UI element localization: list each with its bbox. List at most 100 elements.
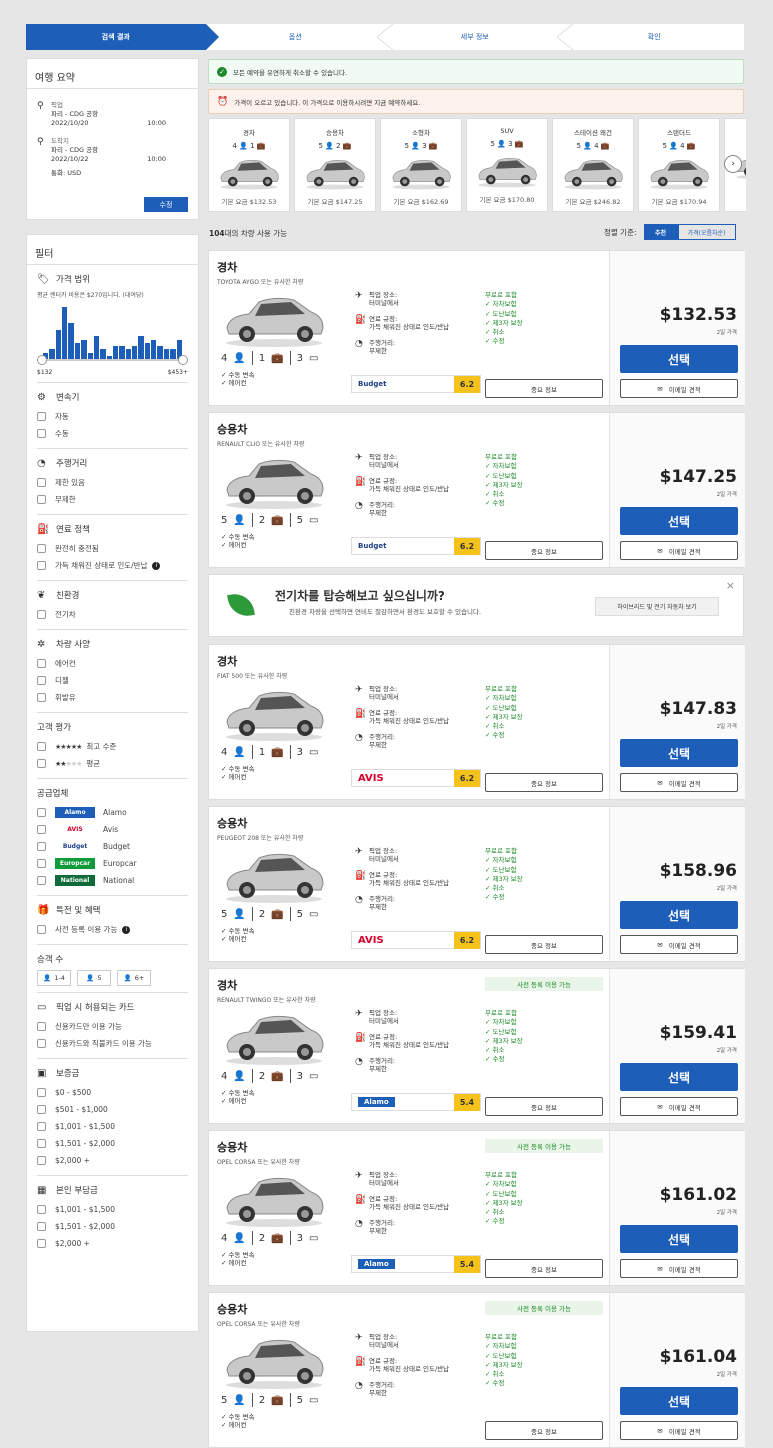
filter-option[interactable]: ★★★★★ 최고 수준 <box>37 738 188 755</box>
checkbox[interactable] <box>37 759 46 768</box>
checkbox[interactable] <box>37 1156 46 1165</box>
filter-option[interactable]: $1,501 - $2,000 <box>37 1135 188 1152</box>
supplier-rating[interactable]: Budget 6.2 <box>351 375 481 393</box>
step-confirm[interactable]: 확인 <box>564 24 744 50</box>
filter-option[interactable]: $2,000 + <box>37 1152 188 1169</box>
supplier-rating[interactable]: AVIS 6.2 <box>351 769 481 787</box>
range-handle[interactable] <box>37 355 47 365</box>
info-icon[interactable]: i <box>122 925 131 934</box>
email-quote-button[interactable]: ✉ 이메일 견적 <box>620 1259 738 1278</box>
select-button[interactable]: 선택 <box>620 1063 738 1091</box>
filter-option[interactable]: 수동 <box>37 425 188 442</box>
important-info-button[interactable]: 중요 정보 <box>485 773 603 792</box>
price-histogram[interactable] <box>37 305 188 365</box>
select-button[interactable]: 선택 <box>620 345 738 373</box>
close-icon[interactable]: × <box>726 579 735 592</box>
checkbox[interactable] <box>37 610 46 619</box>
email-quote-button[interactable]: ✉ 이메일 견적 <box>620 773 738 792</box>
checkbox[interactable] <box>37 659 46 668</box>
filter-option[interactable]: National National <box>37 872 188 889</box>
checkbox[interactable] <box>37 859 46 868</box>
category-card[interactable]: 소형차 5 👤 3 💼 기본 요금 $162.69 <box>380 118 462 212</box>
checkbox[interactable] <box>37 1022 46 1031</box>
step-options[interactable]: 옵션 <box>205 24 393 50</box>
checkbox[interactable] <box>37 1239 46 1248</box>
important-info-button[interactable]: 중요 정보 <box>485 1421 603 1440</box>
passenger-option[interactable]: 👤 1-4 <box>37 970 71 986</box>
edit-button[interactable]: 수정 <box>144 197 188 212</box>
category-card[interactable]: 경차 4 👤 1 💼 기본 요금 $132.53 <box>208 118 290 212</box>
important-info-button[interactable]: 중요 정보 <box>485 541 603 560</box>
filter-option[interactable]: $2,000 + <box>37 1235 188 1252</box>
category-card[interactable]: 승용차 5 👤 2 💼 기본 요금 $147.25 <box>294 118 376 212</box>
supplier-rating[interactable]: Alamo 5.4 <box>351 1093 481 1111</box>
checkbox[interactable] <box>37 495 46 504</box>
filter-option[interactable]: $501 - $1,000 <box>37 1101 188 1118</box>
checkbox[interactable] <box>37 478 46 487</box>
filter-option[interactable]: 완전히 충전됨 <box>37 540 188 557</box>
category-card[interactable]: 스탠더드 5 👤 4 💼 기본 요금 $170.94 <box>638 118 720 212</box>
checkbox[interactable] <box>37 876 46 885</box>
checkbox[interactable] <box>37 925 46 934</box>
supplier-rating[interactable]: Alamo 5.4 <box>351 1255 481 1273</box>
info-icon[interactable]: i <box>152 561 161 570</box>
filter-option[interactable]: 무제한 <box>37 491 188 508</box>
filter-option[interactable]: $1,501 - $2,000 <box>37 1218 188 1235</box>
filter-option[interactable]: 휘발유 <box>37 689 188 706</box>
important-info-button[interactable]: 중요 정보 <box>485 1259 603 1278</box>
passenger-option[interactable]: 👤 5 <box>77 970 111 986</box>
important-info-button[interactable]: 중요 정보 <box>485 1097 603 1116</box>
supplier-rating[interactable]: Budget 6.2 <box>351 537 481 555</box>
filter-option[interactable]: Alamo Alamo <box>37 804 188 821</box>
sort-price-button[interactable]: 가격(오름차순) <box>677 224 736 240</box>
category-card[interactable]: 스테이션 왜건 5 👤 4 💼 기본 요금 $246.82 <box>552 118 634 212</box>
filter-option[interactable]: Budget Budget <box>37 838 188 855</box>
email-quote-button[interactable]: ✉ 이메일 견적 <box>620 1097 738 1116</box>
email-quote-button[interactable]: ✉ 이메일 견적 <box>620 541 738 560</box>
ev-view-button[interactable]: 하이브리드 및 전기 자동차 보기 <box>595 597 719 616</box>
sort-recommended-button[interactable]: 추천 <box>643 224 678 240</box>
filter-option[interactable]: 신용카드와 직불카드 이용 가능 <box>37 1035 188 1052</box>
filter-option[interactable]: AVIS Avis <box>37 821 188 838</box>
select-button[interactable]: 선택 <box>620 901 738 929</box>
checkbox[interactable] <box>37 1088 46 1097</box>
checkbox[interactable] <box>37 825 46 834</box>
step-details[interactable]: 세부 정보 <box>385 24 572 50</box>
supplier-rating[interactable]: AVIS 6.2 <box>351 931 481 949</box>
filter-option[interactable]: 가득 채워진 상태로 인도/반납 i <box>37 557 188 574</box>
filter-option[interactable]: 전기차 <box>37 606 188 623</box>
checkbox[interactable] <box>37 842 46 851</box>
filter-option[interactable]: $1,001 - $1,500 <box>37 1201 188 1218</box>
filter-option[interactable]: 신용카드만 이용 가능 <box>37 1018 188 1035</box>
checkbox[interactable] <box>37 1122 46 1131</box>
checkbox[interactable] <box>37 1139 46 1148</box>
range-handle[interactable] <box>178 355 188 365</box>
filter-option[interactable]: Europcar Europcar <box>37 855 188 872</box>
filter-option[interactable]: 사전 등록 이용 가능 i <box>37 921 188 938</box>
email-quote-button[interactable]: ✉ 이메일 견적 <box>620 1421 738 1440</box>
filter-option[interactable]: 자동 <box>37 408 188 425</box>
important-info-button[interactable]: 중요 정보 <box>485 935 603 954</box>
filter-option[interactable]: 에어컨 <box>37 655 188 672</box>
checkbox[interactable] <box>37 676 46 685</box>
select-button[interactable]: 선택 <box>620 1387 738 1415</box>
checkbox[interactable] <box>37 429 46 438</box>
checkbox[interactable] <box>37 412 46 421</box>
checkbox[interactable] <box>37 1205 46 1214</box>
filter-option[interactable]: $0 - $500 <box>37 1084 188 1101</box>
select-button[interactable]: 선택 <box>620 1225 738 1253</box>
select-button[interactable]: 선택 <box>620 739 738 767</box>
checkbox[interactable] <box>37 1039 46 1048</box>
email-quote-button[interactable]: ✉ 이메일 견적 <box>620 935 738 954</box>
checkbox[interactable] <box>37 693 46 702</box>
important-info-button[interactable]: 중요 정보 <box>485 379 603 398</box>
checkbox[interactable] <box>37 561 46 570</box>
filter-option[interactable]: 디젤 <box>37 672 188 689</box>
filter-option[interactable]: ★★★★★ 평균 <box>37 755 188 772</box>
checkbox[interactable] <box>37 742 46 751</box>
passenger-option[interactable]: 👤 6+ <box>117 970 151 986</box>
checkbox[interactable] <box>37 1222 46 1231</box>
email-quote-button[interactable]: ✉ 이메일 견적 <box>620 379 738 398</box>
carousel-next-button[interactable]: › <box>724 155 742 173</box>
select-button[interactable]: 선택 <box>620 507 738 535</box>
